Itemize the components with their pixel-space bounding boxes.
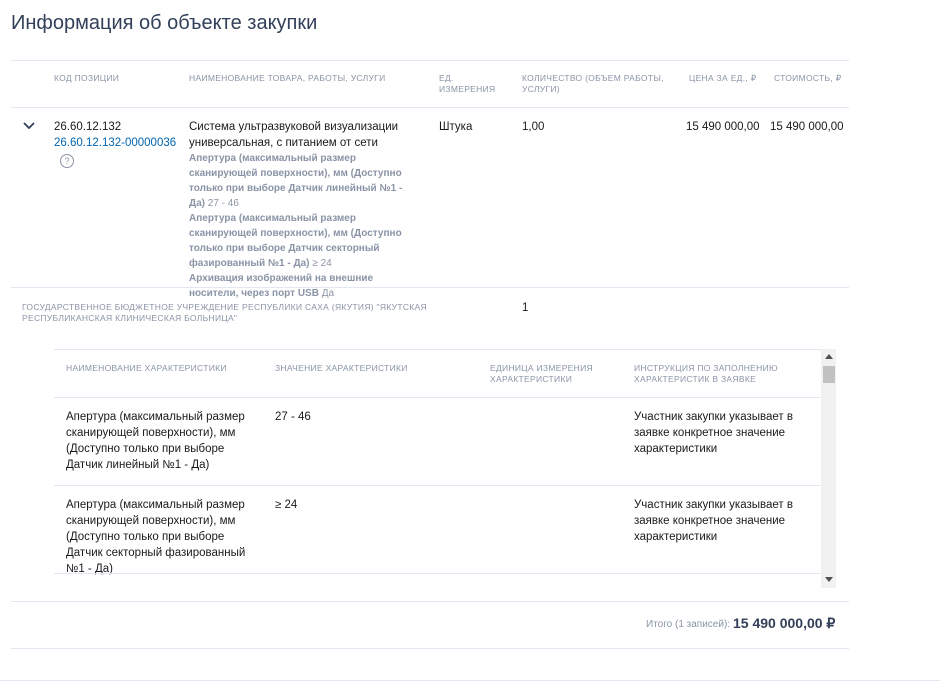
total-divider (11, 601, 849, 602)
header-cost: Стоимость, ₽ (774, 73, 842, 83)
total-value: 15 490 000,00 ₽ (733, 615, 836, 631)
header-code: Код позиции (54, 73, 120, 83)
unit-value: Штука (439, 121, 473, 133)
total-label: Итого (1 записей): (646, 619, 731, 630)
inner-row-divider (54, 573, 821, 574)
scroll-up-icon[interactable] (825, 354, 833, 359)
characteristic-2-label: Апертура (максимальный размер сканирующе… (189, 213, 402, 269)
scrollbar-thumb[interactable] (823, 366, 835, 383)
product-name-text: Система ультразвуковой визуализации унив… (189, 121, 399, 149)
inner-header-divider (54, 397, 821, 398)
characteristic-3: Архивация изображений на внешние носител… (189, 271, 419, 301)
characteristic-2-value: ≥ 24 (312, 258, 332, 269)
characteristic-2: Апертура (максимальный размер сканирующе… (189, 211, 419, 271)
inner-row-1-instruction: Участник закупки указывает в заявке конк… (634, 411, 793, 455)
characteristic-3-value: Да (321, 288, 335, 299)
characteristic-1-value: 27 - 46 (207, 198, 239, 209)
price-value: 15 490 000,00 (686, 121, 760, 133)
inner-header-value: Значение характеристики (275, 363, 408, 373)
inner-row-1-value: 27 - 46 (275, 411, 311, 423)
position-code: 26.60.12.132 (54, 121, 122, 133)
inner-row-2-value: ≥ 24 (275, 499, 298, 511)
divider (11, 60, 849, 61)
cost-value: 15 490 000,00 (770, 121, 844, 133)
customer-name: Государственное бюджетное учреждение Рес… (22, 302, 427, 323)
qty-value: 1,00 (522, 121, 545, 133)
scroll-down-icon[interactable] (825, 577, 833, 582)
inner-row-2-instruction: Участник закупки указывает в заявке конк… (634, 499, 793, 543)
inner-row-divider (54, 485, 821, 486)
characteristic-3-label: Архивация изображений на внешние носител… (189, 273, 374, 299)
row-divider (11, 287, 849, 288)
page-title: Информация об объекте закупки (11, 12, 318, 34)
header-qty: Количество (объем работы, услуги) (522, 73, 664, 94)
header-divider (11, 107, 849, 108)
header-price: Цена за ед., ₽ (689, 73, 757, 83)
inner-row-2-name: Апертура (максимальный размер сканирующе… (66, 499, 246, 575)
bottom-divider (11, 648, 849, 649)
chevron-down-icon[interactable] (23, 121, 35, 131)
header-name: Наименование товара, работы, услуги (189, 73, 386, 83)
help-icon[interactable]: ? (60, 154, 74, 168)
inner-header-unit: Единица измерения характеристики (490, 363, 593, 384)
characteristics-table[interactable]: Наименование характеристики Значение хар… (54, 349, 836, 588)
ktru-code-link[interactable]: 26.60.12.132-00000036 (54, 135, 176, 151)
inner-row-1-name: Апертура (максимальный размер сканирующе… (66, 411, 245, 471)
characteristic-1: Апертура (максимальный размер сканирующе… (189, 151, 419, 211)
inner-header-name: Наименование характеристики (66, 363, 227, 373)
product-name: Система ультразвуковой визуализации унив… (189, 119, 419, 301)
scrollbar-track[interactable] (821, 349, 836, 588)
inner-header-instruction: Инструкция по заполнению характеристик в… (634, 363, 778, 384)
customer-qty: 1 (522, 302, 529, 314)
header-unit: Ед. измерения (439, 73, 496, 94)
page-bottom-divider (0, 680, 940, 681)
